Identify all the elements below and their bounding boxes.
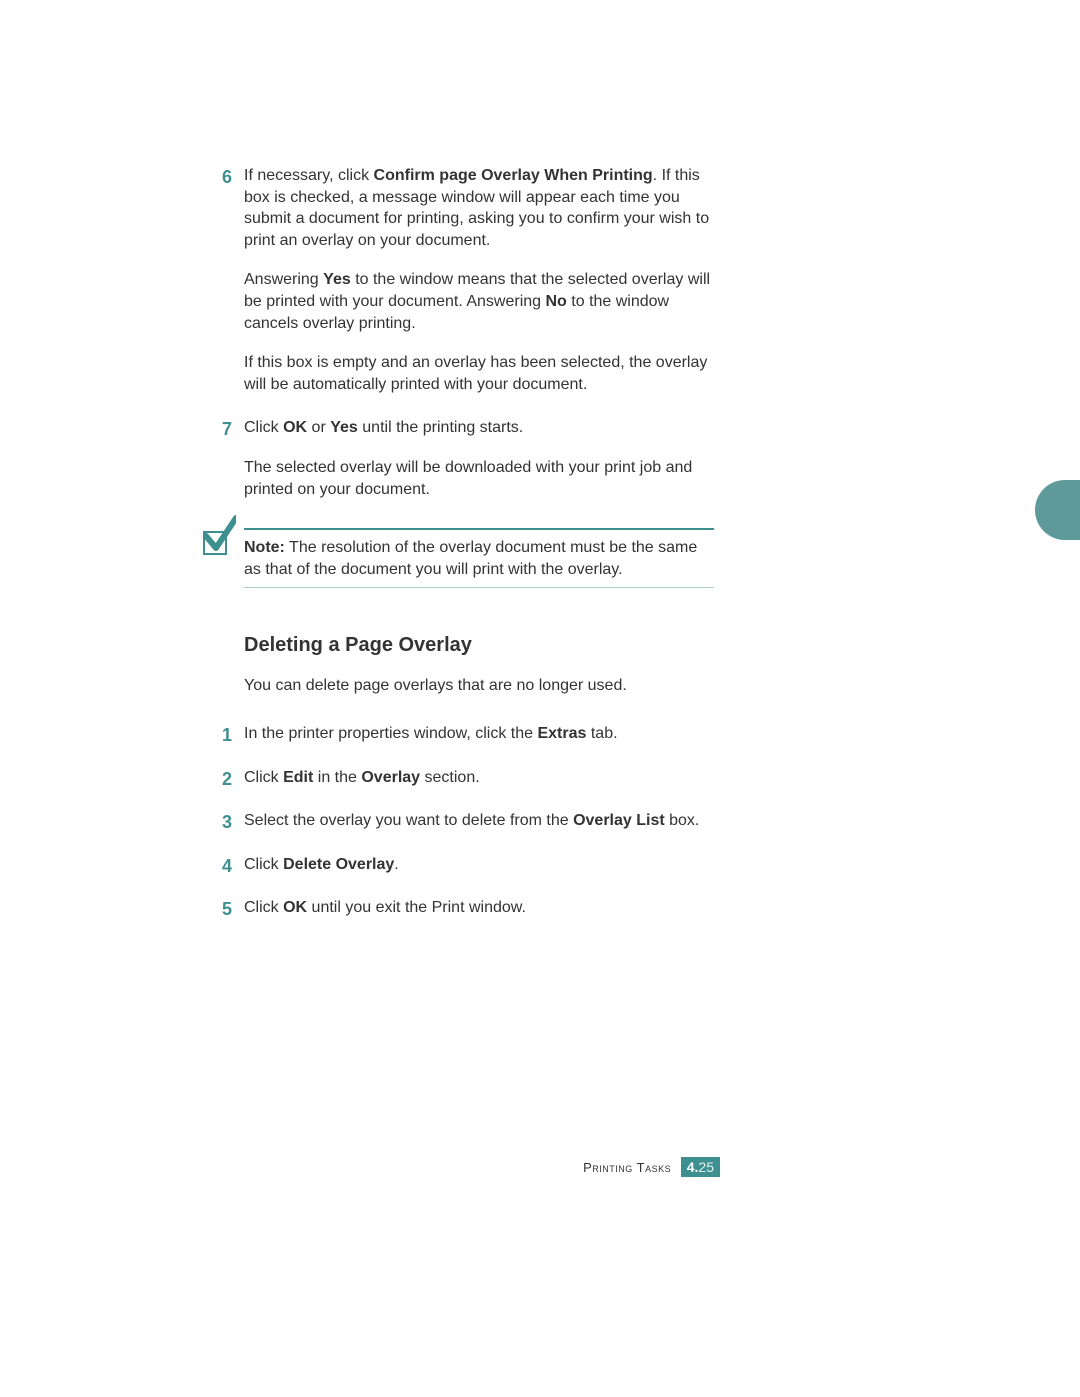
step-paragraph: Select the overlay you want to delete fr… [244, 810, 714, 832]
step-body: Select the overlay you want to delete fr… [244, 810, 714, 832]
step-number: 1 [222, 723, 232, 747]
step-paragraph: The selected overlay will be downloaded … [244, 457, 714, 500]
step-item: 3Select the overlay you want to delete f… [244, 810, 714, 832]
checkmark-icon [196, 514, 236, 558]
steps-delete: 1In the printer properties window, click… [244, 723, 714, 919]
step-body: Click Edit in the Overlay section. [244, 767, 714, 789]
step-paragraph: Click OK until you exit the Print window… [244, 897, 714, 919]
step-number: 6 [222, 165, 232, 189]
step-paragraph: If this box is empty and an overlay has … [244, 352, 714, 395]
footer-chapter: 4. [687, 1159, 699, 1175]
section-heading: Deleting a Page Overlay [244, 634, 714, 657]
steps-continued: 6If necessary, click Confirm page Overla… [244, 165, 714, 500]
step-body: Click Delete Overlay. [244, 854, 714, 876]
page-content: 6If necessary, click Confirm page Overla… [244, 165, 714, 941]
step-item: 4Click Delete Overlay. [244, 854, 714, 876]
step-body: Click OK or Yes until the printing start… [244, 417, 714, 500]
step-body: If necessary, click Confirm page Overlay… [244, 165, 714, 395]
footer-section: Printing Tasks [583, 1160, 671, 1175]
step-number: 2 [222, 767, 232, 791]
page-footer: Printing Tasks 4.25 [583, 1157, 720, 1177]
step-paragraph: In the printer properties window, click … [244, 723, 714, 745]
step-item: 6If necessary, click Confirm page Overla… [244, 165, 714, 395]
footer-page: 25 [698, 1159, 714, 1175]
step-paragraph: Click Edit in the Overlay section. [244, 767, 714, 789]
note-callout: Note: The resolution of the overlay docu… [196, 528, 714, 588]
step-number: 3 [222, 810, 232, 834]
step-item: 5Click OK until you exit the Print windo… [244, 897, 714, 919]
step-item: 2Click Edit in the Overlay section. [244, 767, 714, 789]
step-body: In the printer properties window, click … [244, 723, 714, 745]
footer-page-box: 4.25 [681, 1157, 720, 1177]
step-paragraph: If necessary, click Confirm page Overlay… [244, 165, 714, 251]
step-number: 4 [222, 854, 232, 878]
step-item: 7Click OK or Yes until the printing star… [244, 417, 714, 500]
note-text: Note: The resolution of the overlay docu… [244, 528, 714, 588]
section-intro: You can delete page overlays that are no… [244, 675, 714, 697]
step-paragraph: Answering Yes to the window means that t… [244, 269, 714, 334]
step-body: Click OK until you exit the Print window… [244, 897, 714, 919]
step-paragraph: Click Delete Overlay. [244, 854, 714, 876]
thumb-tab [1035, 480, 1080, 540]
step-number: 7 [222, 417, 232, 441]
step-number: 5 [222, 897, 232, 921]
step-paragraph: Click OK or Yes until the printing start… [244, 417, 714, 439]
step-item: 1In the printer properties window, click… [244, 723, 714, 745]
